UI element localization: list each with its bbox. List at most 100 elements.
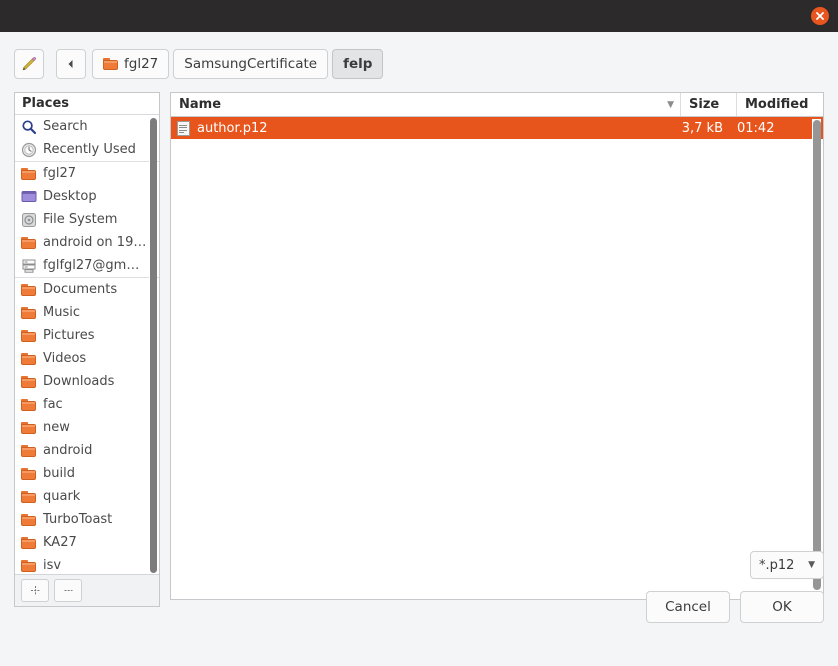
place-item-label: android on 19…	[43, 235, 147, 250]
folder-icon	[21, 328, 37, 344]
place-item-new[interactable]: new	[15, 416, 159, 439]
cancel-label: Cancel	[665, 599, 711, 615]
place-item-android[interactable]: android	[15, 439, 159, 462]
file-type-filter-dropdown[interactable]: *.p12 ▼	[750, 551, 824, 579]
back-button[interactable]	[56, 49, 86, 79]
place-item-label: Recently Used	[43, 142, 136, 157]
folder-icon	[21, 512, 37, 528]
plus-icon	[30, 586, 40, 595]
place-item-search[interactable]: Search	[15, 115, 159, 138]
ok-label: OK	[772, 599, 792, 615]
breadcrumb-felp[interactable]: felp	[332, 49, 384, 79]
place-item-videos[interactable]: Videos	[15, 347, 159, 370]
minus-icon	[64, 590, 72, 591]
folder-icon	[21, 351, 37, 367]
place-item-label: Music	[43, 305, 80, 320]
place-item-build[interactable]: build	[15, 462, 159, 485]
place-item-ka27[interactable]: KA27	[15, 531, 159, 554]
place-item-turbotoast[interactable]: TurboToast	[15, 508, 159, 531]
file-list-scrollbar-thumb[interactable]	[813, 120, 821, 590]
place-item-label: new	[43, 420, 70, 435]
file-list-rows[interactable]: author.p12 3,7 kB 01:42	[171, 117, 823, 139]
breadcrumb-label: fgl27	[124, 56, 159, 72]
folder-icon	[21, 397, 37, 413]
place-item-documents[interactable]: Documents	[15, 277, 159, 301]
place-item-label: quark	[43, 489, 81, 504]
place-item-label: fglfgl27@gm…	[43, 258, 140, 273]
column-header-name[interactable]: Name ▼	[171, 93, 681, 116]
place-item-pictures[interactable]: Pictures	[15, 324, 159, 347]
table-row[interactable]: author.p12 3,7 kB 01:42	[171, 117, 823, 139]
column-header-modified[interactable]: Modified	[737, 93, 823, 116]
breadcrumb-fgl27[interactable]: fgl27	[92, 49, 170, 79]
search-icon	[21, 119, 37, 135]
place-item-label: android	[43, 443, 93, 458]
places-scrollbar[interactable]	[149, 117, 157, 579]
place-item-downloads[interactable]: Downloads	[15, 370, 159, 393]
sort-descending-icon: ▼	[667, 99, 674, 110]
desktop-icon	[21, 189, 37, 205]
place-item-fglfgl27-gm[interactable]: fglfgl27@gm…	[15, 254, 159, 277]
close-button[interactable]	[811, 7, 829, 25]
breadcrumb-samsungcertificate[interactable]: SamsungCertificate	[173, 49, 329, 79]
ok-button[interactable]: OK	[740, 591, 824, 623]
place-item-label: isv	[43, 558, 62, 573]
column-header-size[interactable]: Size	[681, 93, 737, 116]
place-item-file-system[interactable]: File System	[15, 208, 159, 231]
add-bookmark-button[interactable]	[21, 579, 49, 602]
column-label-size: Size	[689, 97, 720, 112]
folder-icon	[21, 374, 37, 390]
file-name-cell: author.p12	[171, 120, 667, 136]
pencil-icon	[22, 57, 36, 71]
places-list[interactable]: Search Recently Used fgl27 Desktop File Syst…	[15, 115, 159, 577]
place-item-fgl27[interactable]: fgl27	[15, 161, 159, 185]
server-icon	[21, 258, 37, 274]
file-list-header: Name ▼ Size Modified	[171, 93, 823, 117]
dialog-actions: Cancel OK	[646, 591, 824, 623]
breadcrumb-label: felp	[343, 56, 373, 72]
file-modified-cell: 01:42	[737, 120, 775, 136]
folder-icon	[21, 558, 37, 574]
place-item-recently-used[interactable]: Recently Used	[15, 138, 159, 161]
place-item-label: TurboToast	[43, 512, 113, 527]
breadcrumb-label: SamsungCertificate	[184, 56, 318, 72]
place-item-label: fac	[43, 397, 63, 412]
places-footer	[15, 574, 159, 606]
place-item-label: build	[43, 466, 75, 481]
folder-icon	[103, 56, 119, 72]
file-chooser-dialog: fgl27 SamsungCertificate felp Places Sea…	[0, 32, 838, 666]
chevron-left-icon	[68, 60, 73, 68]
place-item-label: File System	[43, 212, 118, 227]
file-type-filter-value: *.p12	[759, 557, 795, 573]
place-item-music[interactable]: Music	[15, 301, 159, 324]
remove-bookmark-button[interactable]	[54, 579, 82, 602]
toolbar: fgl27 SamsungCertificate felp	[14, 48, 384, 80]
file-list-scrollbar[interactable]	[812, 119, 821, 595]
chevron-down-icon: ▼	[808, 560, 815, 570]
places-scrollbar-thumb[interactable]	[150, 118, 157, 573]
title-bar	[0, 0, 838, 32]
clock-icon	[21, 142, 37, 158]
place-item-label: Downloads	[43, 374, 115, 389]
folder-icon	[21, 420, 37, 436]
cancel-button[interactable]: Cancel	[646, 591, 730, 623]
place-item-label: fgl27	[43, 166, 76, 181]
place-item-fac[interactable]: fac	[15, 393, 159, 416]
file-size-cell: 3,7 kB	[681, 120, 723, 136]
place-item-quark[interactable]: quark	[15, 485, 159, 508]
column-label-modified: Modified	[745, 97, 809, 112]
place-item-label: Search	[43, 119, 88, 134]
folder-icon	[21, 535, 37, 551]
folder-icon	[21, 489, 37, 505]
place-item-android-on-19[interactable]: android on 19…	[15, 231, 159, 254]
place-item-desktop[interactable]: Desktop	[15, 185, 159, 208]
edit-path-button[interactable]	[14, 49, 44, 79]
file-list-panel: Name ▼ Size Modified author.p12 3,7 kB 01:…	[170, 92, 824, 600]
folder-icon	[21, 443, 37, 459]
places-sidebar: Places Search Recently Used fgl27 Desktop Fi…	[14, 92, 160, 607]
folder-icon	[21, 282, 37, 298]
place-item-label: Desktop	[43, 189, 97, 204]
folder-icon	[21, 466, 37, 482]
place-item-label: Pictures	[43, 328, 95, 343]
folder-icon	[21, 305, 37, 321]
